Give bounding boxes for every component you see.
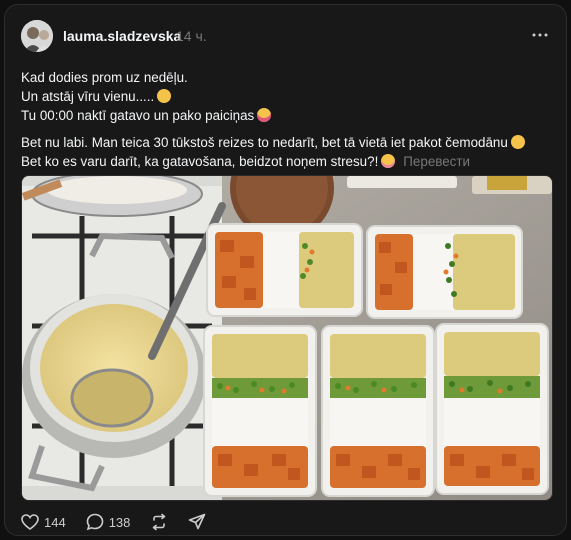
heart-icon	[21, 514, 39, 530]
repost-icon	[153, 513, 166, 531]
post-line: Bet ko es varu darīt, ka gatavošana, bei…	[21, 152, 551, 171]
comment-button[interactable]: 138	[86, 513, 131, 531]
post-line-text: Bet ko es varu darīt, ka gatavošana, bei…	[21, 154, 379, 169]
meal-prep-photo	[22, 176, 552, 500]
post-line-text: Bet nu labi. Man teica 30 tūkstoš reizes…	[21, 135, 508, 150]
like-button[interactable]: 144	[21, 514, 66, 530]
more-horizontal-icon	[532, 33, 548, 37]
post-line-text: Un atstāj vīru vienu.....	[21, 89, 155, 104]
post-line: Tu 00:00 naktī gatavo un pako paiciņas	[21, 106, 551, 125]
avatar-image	[21, 20, 53, 52]
post-card: lauma.sladzevska 14 ч. Kad dodies prom u…	[4, 4, 567, 536]
post-line-text: Kad dodies prom uz nedēļu.	[21, 70, 188, 85]
send-icon	[189, 513, 206, 530]
post-paragraph-2: Bet nu labi. Man teica 30 tūkstoš reizes…	[21, 133, 551, 171]
post-line: Kad dodies prom uz nedēļu.	[21, 68, 551, 87]
post-line: Bet nu labi. Man teica 30 tūkstoš reizes…	[21, 133, 551, 152]
post-timestamp[interactable]: 14 ч.	[176, 28, 207, 44]
username-link[interactable]: lauma.sladzevska	[63, 28, 181, 44]
translate-link[interactable]: Перевести	[403, 154, 470, 169]
repost-button[interactable]	[150, 513, 168, 531]
post-image[interactable]	[21, 175, 553, 501]
pleading-face-emoji-icon	[381, 154, 396, 168]
like-count: 144	[44, 514, 66, 530]
yum-face-emoji-icon	[257, 108, 272, 122]
post-text: Kad dodies prom uz nedēļu. Un atstāj vīr…	[21, 68, 551, 179]
post-actions: 144 138	[21, 512, 226, 532]
hugging-face-emoji-icon	[157, 89, 172, 103]
comment-count: 138	[108, 514, 131, 530]
more-button[interactable]	[528, 23, 552, 47]
post-line-text: Tu 00:00 naktī gatavo un pako paiciņas	[21, 108, 255, 123]
hand-over-mouth-emoji-icon	[510, 135, 525, 149]
post-paragraph-1: Kad dodies prom uz nedēļu. Un atstāj vīr…	[21, 68, 551, 125]
share-button[interactable]	[188, 513, 206, 531]
avatar[interactable]	[21, 20, 53, 52]
comment-bubble-icon	[86, 513, 104, 531]
post-line: Un atstāj vīru vienu.....	[21, 87, 551, 106]
